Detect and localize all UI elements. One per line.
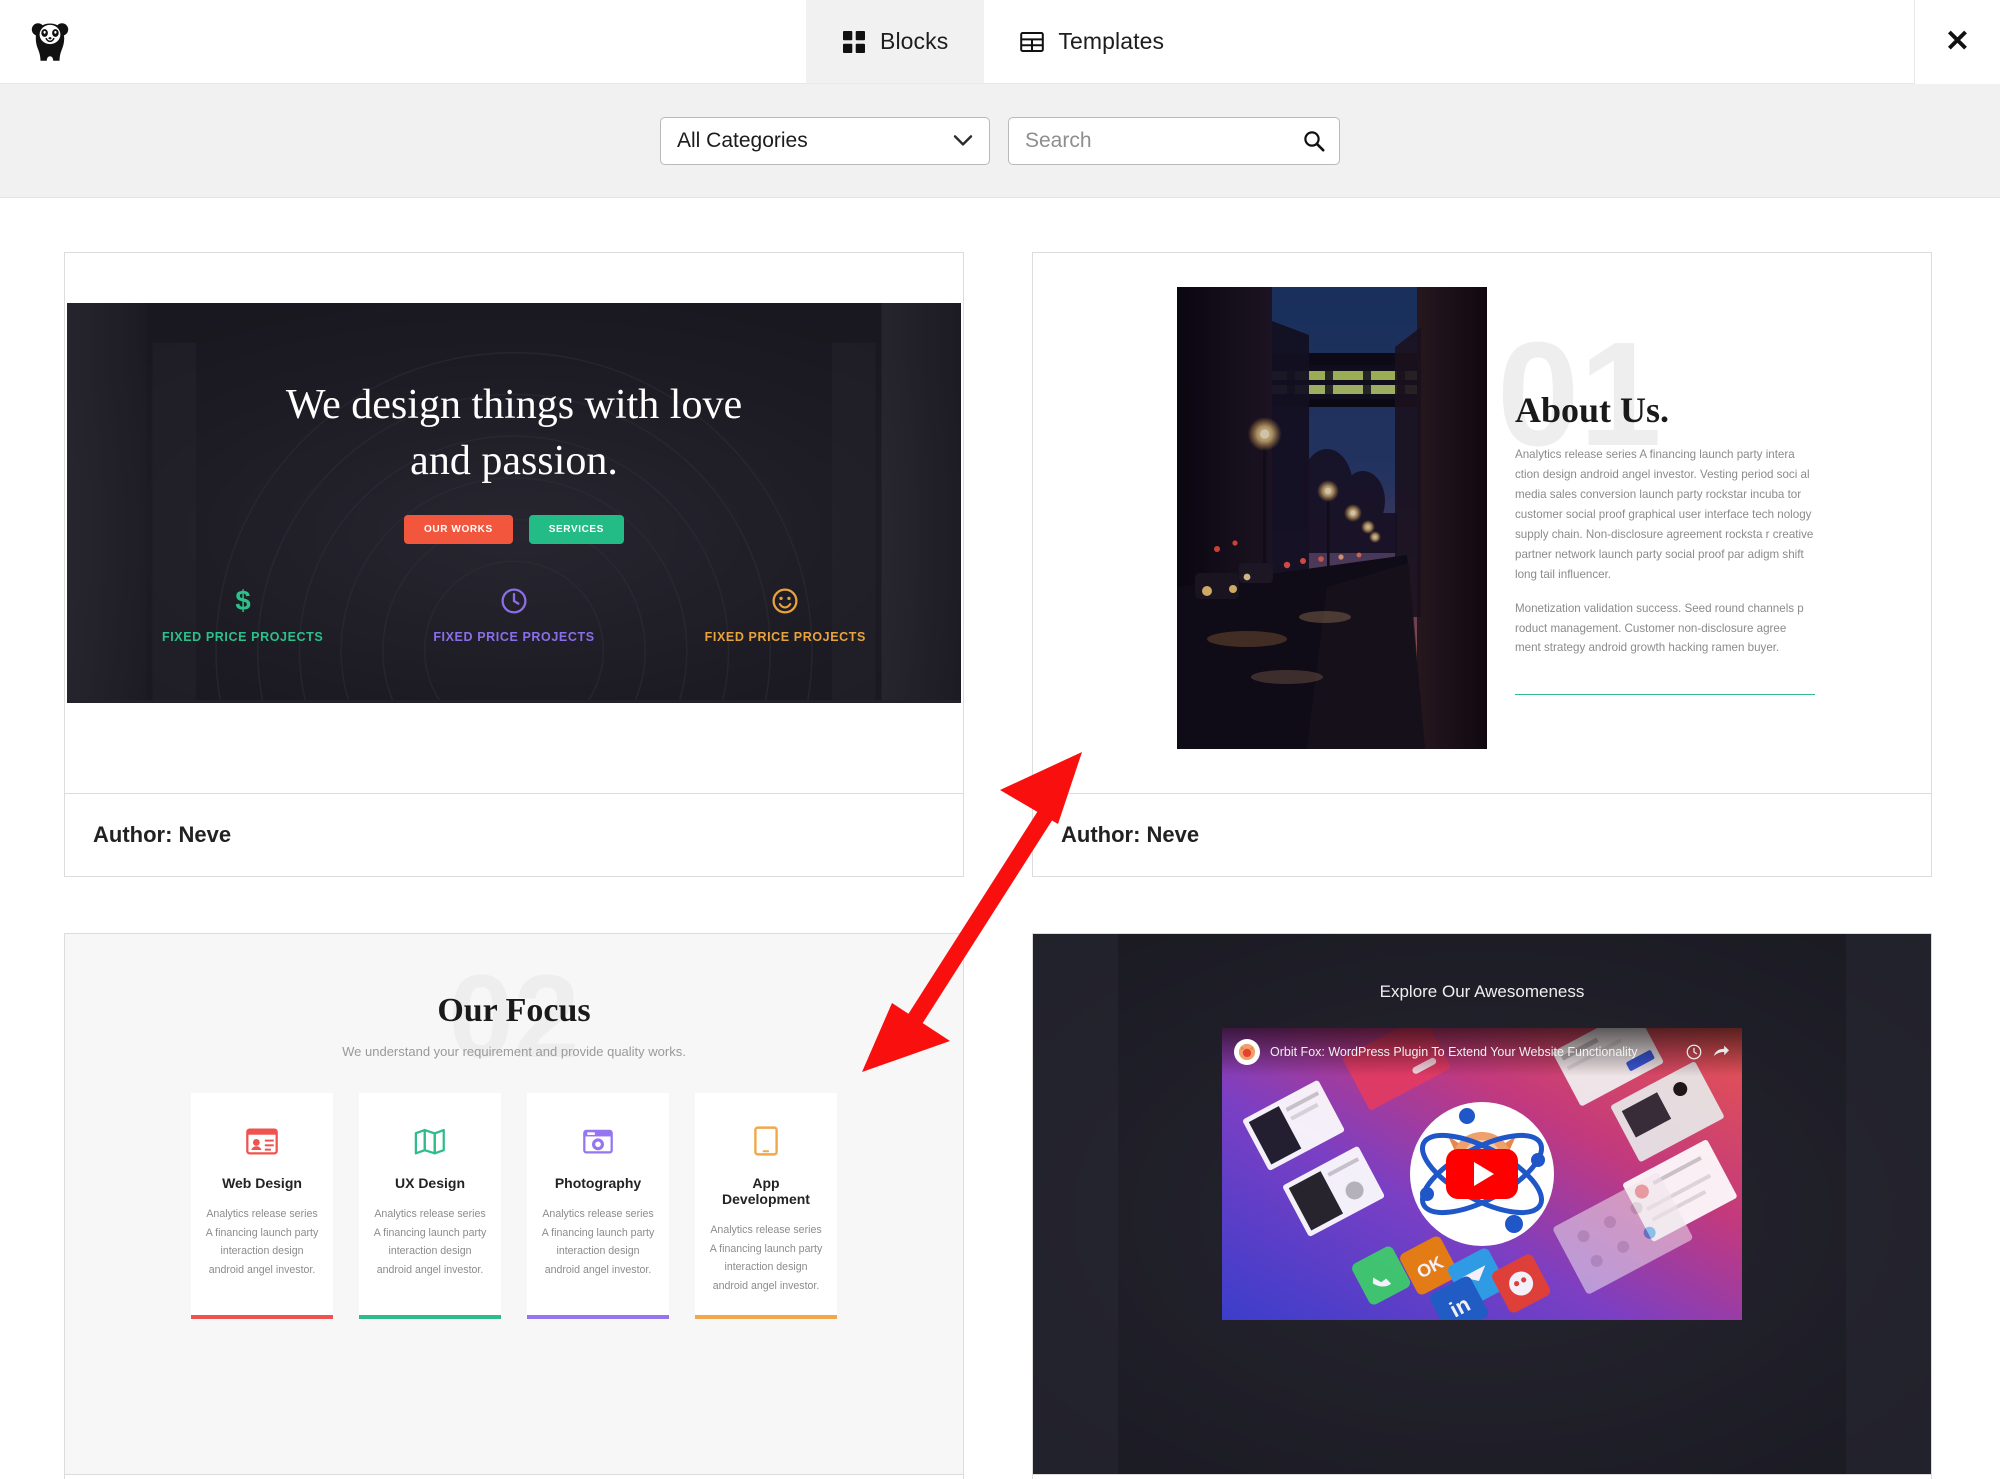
focus-card-web-design[interactable]: Web Design Analytics release series A fi… [191,1093,333,1320]
our-works-button[interactable]: OUR WORKS [404,514,513,544]
focus-card-text: Analytics release series A financing lau… [541,1208,655,1276]
focus-card-app-development[interactable]: App Development Analytics release series… [695,1093,837,1320]
feature-fixed-price-1: $ FIXED PRICE PROJECTS [133,584,353,644]
block-library-modal: Blocks Templates ✕ All Categories Search… [0,0,2000,1479]
feature-label: FIXED PRICE PROJECTS [704,629,866,644]
focus-heading: Our Focus [437,992,591,1029]
video-section-title: Explore Our Awesomeness [1379,982,1585,1001]
about-section: 01 About Us. Analytics release series A … [1033,253,1931,793]
focus-card-title: Web Design [222,1175,302,1191]
about-paragraph-2: Monetization validation success. Seed ro… [1515,601,1804,655]
block-author: Author: Neve [65,1474,963,1479]
close-button[interactable]: ✕ [1914,0,2000,84]
block-preview: Explore Our Awesomeness OK in Orbit Fox:… [1033,934,1931,1474]
focus-subtitle: We understand your requirement and provi… [342,1044,686,1059]
dollar-icon: $ [133,584,353,618]
feature-fixed-price-3: FIXED PRICE PROJECTS [675,584,895,644]
focus-card-text: Analytics release series A financing lau… [373,1208,487,1276]
youtube-title-bar: Orbit Fox: WordPress Plugin To Extend Yo… [1222,1028,1742,1076]
focus-card-photography[interactable]: Photography Analytics release series A f… [527,1093,669,1320]
block-card-about[interactable]: 01 About Us. Analytics release series A … [1032,252,1932,877]
about-paragraph-1: Analytics release series A financing lau… [1515,448,1814,581]
category-select-value: All Categories [677,128,808,152]
channel-avatar[interactable] [1234,1039,1260,1065]
tablet-icon [709,1121,823,1161]
filter-toolbar: All Categories [0,84,2000,198]
feature-label: FIXED PRICE PROJECTS [433,629,595,644]
logo-container [0,0,100,83]
table-icon [1020,31,1045,52]
feature-fixed-price-2: FIXED PRICE PROJECTS [404,584,624,644]
block-card-video[interactable]: Explore Our Awesomeness OK in Orbit Fox:… [1032,933,1932,1479]
panda-logo-icon [31,22,69,61]
focus-card-text: Analytics release series A financing lau… [205,1208,319,1276]
tab-blocks-label: Blocks [880,28,949,54]
focus-card-accent-bar [359,1315,501,1320]
blocks-grid-container: We design things with love and passion. … [0,198,2000,1479]
hero-title-line2: and passion. [410,437,618,484]
focus-card-title: Photography [554,1175,642,1191]
smiley-icon [675,584,895,618]
youtube-embed[interactable]: OK in Orbit Fox: WordPress Plugin To Ext… [1222,1028,1742,1320]
tab-bar: Blocks Templates [806,0,1200,83]
block-author: Author: Neve [65,793,963,876]
hero-title: We design things with love and passion. [286,378,742,489]
feature-label: FIXED PRICE PROJECTS [161,629,324,644]
about-image [1177,287,1487,749]
grid-2x2-icon [843,30,865,53]
camera-icon [541,1121,655,1161]
about-text-block: 01 About Us. Analytics release series A … [1497,321,1815,696]
city-street-at-dusk-photo [1177,287,1487,749]
tab-templates[interactable]: Templates [984,0,1200,83]
search-input[interactable] [1025,128,1293,153]
youtube-video-title[interactable]: Orbit Fox: WordPress Plugin To Extend Yo… [1270,1045,1676,1059]
hero-title-line1: We design things with love [285,382,743,429]
hero-features: $ FIXED PRICE PROJECTS FIXED PRICE PROJE… [67,584,961,644]
blocks-grid: We design things with love and passion. … [64,252,1936,1479]
chevron-down-icon [953,134,973,146]
hero-section: We design things with love and passion. … [67,303,961,703]
id-card-icon [205,1121,319,1161]
category-select[interactable]: All Categories [660,116,990,165]
block-author: Author: Neve [1033,1474,1931,1479]
block-author: Author: Neve [1033,793,1931,876]
focus-section: 02 Our Focus We understand your requirem… [65,934,963,1474]
block-preview: 02 Our Focus We understand your requirem… [65,934,963,1474]
clock-icon [404,584,624,618]
block-preview: 01 About Us. Analytics release series A … [1033,253,1931,793]
modal-header: Blocks Templates ✕ [0,0,2000,84]
block-preview: We design things with love and passion. … [65,253,963,793]
share-icon[interactable] [1712,1044,1730,1060]
focus-card-accent-bar [527,1315,669,1320]
focus-card-accent-bar [695,1315,837,1320]
close-icon: ✕ [1944,25,1971,58]
orbit-fox-avatar-icon [1238,1043,1256,1061]
block-card-hero[interactable]: We design things with love and passion. … [64,252,964,877]
focus-card-accent-bar [191,1315,333,1320]
video-section: Explore Our Awesomeness OK in Orbit Fox:… [1033,934,1931,1474]
focus-card-text: Analytics release series A financing lau… [709,1224,823,1292]
youtube-play-icon[interactable] [1446,1149,1518,1199]
search-icon[interactable] [1303,130,1325,152]
svg-text:$: $ [235,586,250,616]
focus-card-ux-design[interactable]: UX Design Analytics release series A fin… [359,1093,501,1320]
focus-card-title: App Development [722,1175,810,1207]
block-card-focus[interactable]: 02 Our Focus We understand your requirem… [64,933,964,1479]
map-icon [373,1121,487,1161]
focus-card-list: Web Design Analytics release series A fi… [89,1093,939,1320]
tab-blocks[interactable]: Blocks [806,0,985,83]
focus-card-title: UX Design [394,1175,465,1191]
services-button[interactable]: SERVICES [528,514,624,544]
hero-buttons: OUR WORKS SERVICES [404,514,624,544]
tab-templates-label: Templates [1058,28,1165,54]
search-field[interactable] [1008,116,1340,165]
clock-icon[interactable] [1686,1044,1702,1060]
about-heading: About Us. [1515,390,1670,430]
